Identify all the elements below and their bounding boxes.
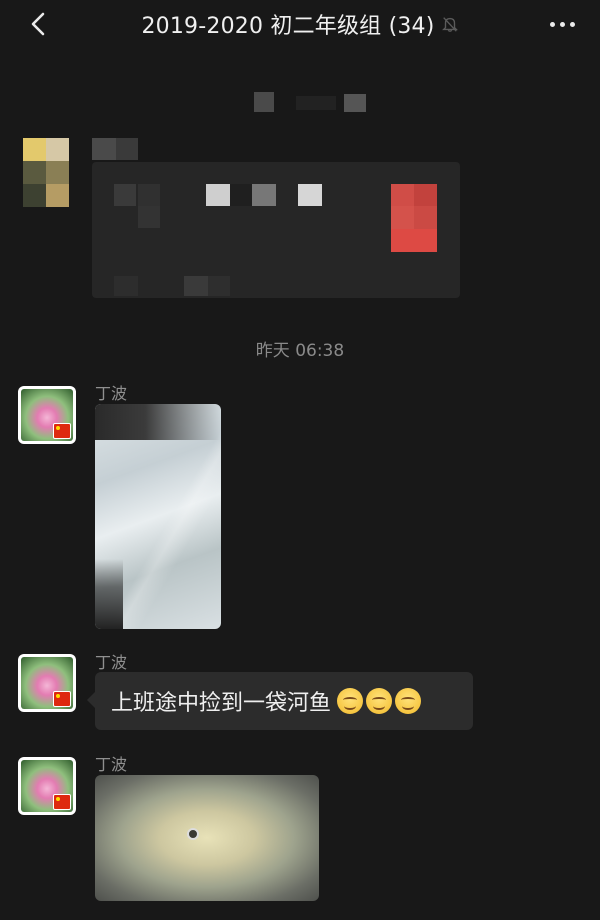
message-text: 上班途中捡到一袋河鱼 xyxy=(111,691,332,716)
chat-header: 2019-2020 初二年级组 (34) xyxy=(0,0,600,48)
avatar[interactable] xyxy=(18,386,76,444)
message-image-fish[interactable] xyxy=(95,775,319,901)
more-dot xyxy=(569,21,575,27)
sender-name: 丁波 xyxy=(95,384,128,403)
china-flag-icon xyxy=(53,794,71,810)
more-dot xyxy=(559,21,565,27)
message-image-bag[interactable] xyxy=(95,404,221,629)
chat-title-wrap: 2019-2020 初二年级组 (34) xyxy=(120,8,480,40)
sender-name: 丁波 xyxy=(95,653,128,672)
chevron-left-icon xyxy=(31,12,45,36)
lotus-avatar-image xyxy=(21,389,73,441)
china-flag-icon xyxy=(53,691,71,707)
lotus-avatar-image xyxy=(21,657,73,709)
more-dot xyxy=(549,21,555,27)
message-bubble[interactable]: 上班途中捡到一袋河鱼 xyxy=(87,672,473,730)
message-timestamp: 昨天 06:38 xyxy=(255,341,345,361)
sender-name: 丁波 xyxy=(95,755,128,774)
more-button[interactable] xyxy=(544,10,580,38)
china-flag-icon xyxy=(53,423,71,439)
avatar[interactable] xyxy=(18,757,76,815)
bell-off-icon xyxy=(441,17,458,32)
smile-emoji-icon xyxy=(366,688,393,714)
lotus-avatar-image xyxy=(21,760,73,812)
smile-emoji-icon xyxy=(395,688,422,714)
smile-emoji-icon xyxy=(337,688,364,714)
chat-title: 2019-2020 初二年级组 (34) xyxy=(141,14,435,39)
avatar[interactable] xyxy=(18,654,76,712)
back-button[interactable] xyxy=(24,10,52,38)
